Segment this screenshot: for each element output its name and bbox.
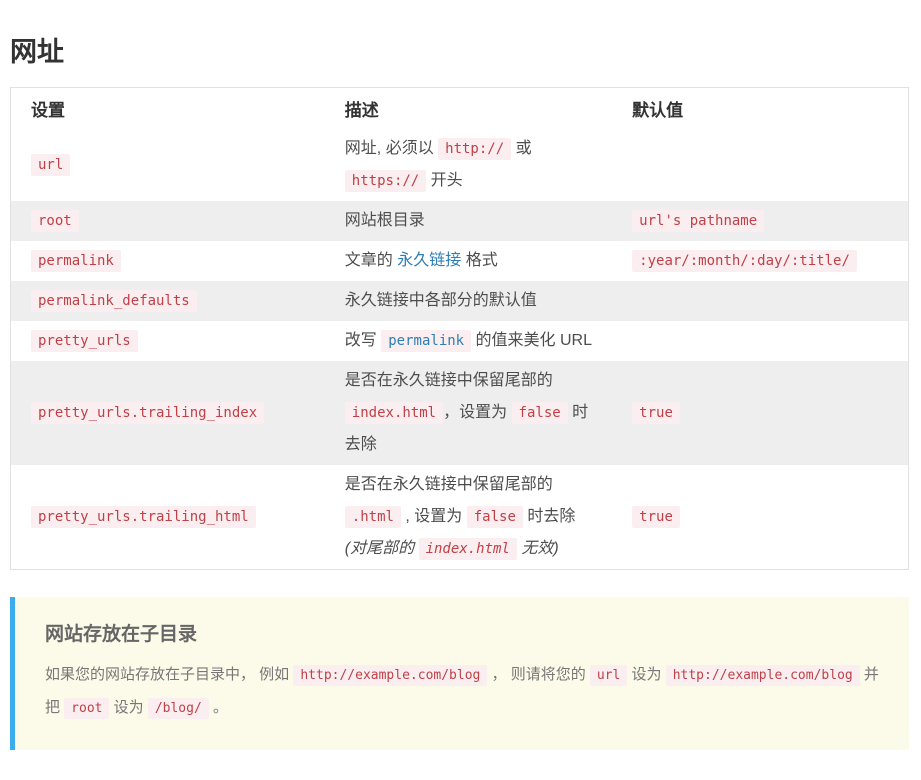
- inline-code: http://: [438, 138, 511, 160]
- setting-cell: pretty_urls.trailing_index: [11, 361, 325, 465]
- inline-code: root: [64, 698, 109, 719]
- table-header-row: 设置 描述 默认值: [11, 88, 909, 130]
- setting-cell: pretty_urls.trailing_html: [11, 465, 325, 570]
- description-cell: 网站根目录: [325, 201, 612, 241]
- note-title: 网站存放在子目录: [45, 619, 879, 646]
- description-cell: 是否在永久链接中保留尾部的 index.html，设置为 false 时去除: [325, 361, 612, 465]
- inline-code: http://example.com/blog: [293, 665, 487, 686]
- default-cell: true: [612, 465, 908, 570]
- inline-code: index.html: [345, 402, 443, 424]
- setting-code: permalink_defaults: [31, 290, 197, 312]
- inline-code: index.html: [419, 538, 517, 560]
- setting-code: pretty_urls.trailing_html: [31, 506, 256, 528]
- page-title: 网址: [10, 30, 909, 69]
- default-cell: [612, 321, 908, 361]
- inline-code: url: [590, 665, 627, 686]
- page-content: 网址 设置 描述 默认值 url 网址, 必须以 http:// 或 https:…: [10, 30, 909, 750]
- setting-code: permalink: [31, 250, 121, 272]
- column-header-setting: 设置: [11, 88, 325, 130]
- default-cell: url's pathname: [612, 201, 908, 241]
- description-cell: 网址, 必须以 http:// 或 https:// 开头: [325, 129, 612, 201]
- italic-text: 无效): [517, 540, 559, 557]
- default-cell: [612, 281, 908, 321]
- table-row: permalink 文章的 永久链接 格式 :year/:month/:day/:t…: [11, 241, 909, 281]
- setting-code: url: [31, 154, 70, 176]
- inline-code: https://: [345, 170, 426, 192]
- table-row: permalink_defaults 永久链接中各部分的默认值: [11, 281, 909, 321]
- setting-cell: pretty_urls: [11, 321, 325, 361]
- description-cell: 永久链接中各部分的默认值: [325, 281, 612, 321]
- inline-code: http://example.com/blog: [666, 665, 860, 686]
- table-row: url 网址, 必须以 http:// 或 https:// 开头: [11, 129, 909, 201]
- default-cell: true: [612, 361, 908, 465]
- description-cell: 是否在永久链接中保留尾部的 .html , 设置为 false 时去除 (对尾部…: [325, 465, 612, 570]
- inline-code: false: [467, 506, 523, 528]
- italic-text: (对尾部的: [345, 540, 419, 557]
- table-row: pretty_urls.trailing_index 是否在永久链接中保留尾部的 …: [11, 361, 909, 465]
- inline-code: false: [512, 402, 568, 424]
- inline-code: true: [632, 506, 680, 528]
- subdirectory-note-box: 网站存放在子目录 如果您的网站存放在子目录中， 例如 http://exampl…: [10, 597, 909, 750]
- column-header-description: 描述: [325, 88, 612, 130]
- default-cell: [612, 129, 908, 201]
- setting-cell: url: [11, 129, 325, 201]
- inline-code: url's pathname: [632, 210, 764, 232]
- permalink-code-link[interactable]: permalink: [381, 330, 471, 352]
- setting-code: root: [31, 210, 79, 232]
- setting-cell: permalink_defaults: [11, 281, 325, 321]
- default-cell: :year/:month/:day/:title/: [612, 241, 908, 281]
- setting-cell: permalink: [11, 241, 325, 281]
- setting-cell: root: [11, 201, 325, 241]
- note-body: 如果您的网站存放在子目录中， 例如 http://example.com/blo…: [45, 658, 879, 724]
- permalink-link[interactable]: 永久链接: [397, 252, 461, 269]
- table-row: root 网站根目录 url's pathname: [11, 201, 909, 241]
- inline-code: :year/:month/:day/:title/: [632, 250, 857, 272]
- inline-code: true: [632, 402, 680, 424]
- setting-code: pretty_urls: [31, 330, 138, 352]
- column-header-default: 默认值: [612, 88, 908, 130]
- table-row: pretty_urls 改写 permalink 的值来美化 URL: [11, 321, 909, 361]
- setting-code: pretty_urls.trailing_index: [31, 402, 264, 424]
- description-cell: 改写 permalink 的值来美化 URL: [325, 321, 612, 361]
- inline-code: /blog/: [148, 698, 209, 719]
- settings-table: 设置 描述 默认值 url 网址, 必须以 http:// 或 https:// …: [10, 87, 909, 570]
- inline-code: .html: [345, 506, 401, 528]
- table-row: pretty_urls.trailing_html 是否在永久链接中保留尾部的 .…: [11, 465, 909, 570]
- description-cell: 文章的 永久链接 格式: [325, 241, 612, 281]
